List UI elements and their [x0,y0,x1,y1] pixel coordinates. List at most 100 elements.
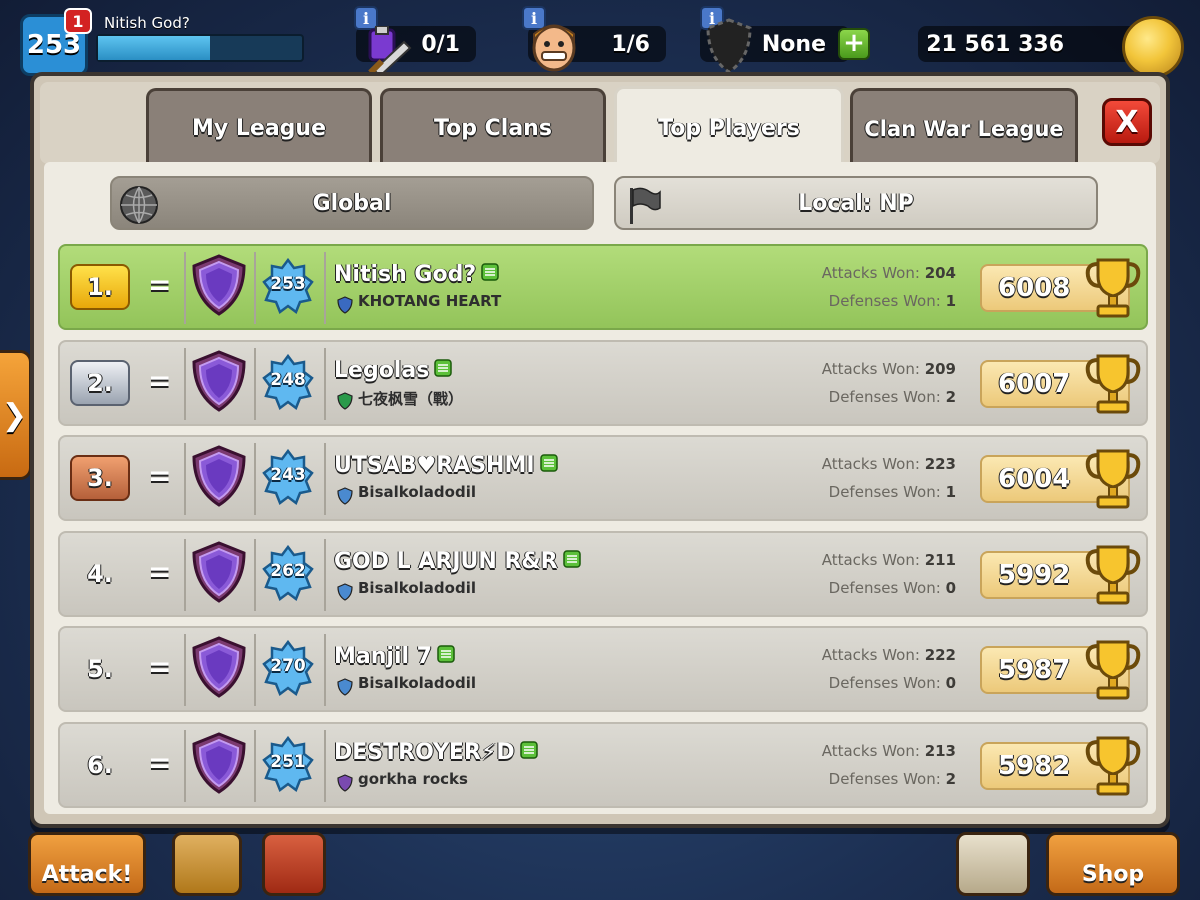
trophy-icon [1084,541,1142,611]
chat-icon[interactable] [480,262,500,288]
attacks-label: Attacks Won: [821,646,920,664]
gold-coin-icon [1122,16,1184,78]
trophy-icon [1084,636,1142,706]
trophy-value: 5987 [998,655,1071,685]
player-name-text: DESTROYER⚡D [334,739,515,765]
clan-name[interactable]: gorkha rocks [358,770,468,788]
clan-badge-icon [336,678,354,700]
divider [324,252,326,324]
heal-button[interactable] [172,832,242,896]
player-name[interactable]: Nitish God? [334,262,500,288]
player-name-text: Nitish God? [334,262,477,287]
player-name-text: Manjil 7 [334,644,432,669]
player-name-text: GOD L ARJUN R&R [334,548,558,574]
divider [184,252,186,324]
chat-icon[interactable] [539,453,559,479]
player-row[interactable]: 6. = 251 DESTROYER⚡D gorkha rocks Attack… [58,721,1148,808]
tab-my-league[interactable]: My League [146,88,372,166]
rank-number: 2. [87,368,113,397]
top-hud: 253 1 Nitish God? 0/1 i 1/6 i None i + 2… [0,0,1200,80]
clan-name[interactable]: Bisalkoladodil [358,483,476,501]
rank-number: 6. [87,750,113,779]
scope-local-label: Local: NP [798,190,914,216]
player-name[interactable]: DESTROYER⚡D [334,740,539,766]
player-row[interactable]: 5. = 270 Manjil 7 Bisalkoladodil Attacks… [58,626,1148,712]
rank-number: 3. [87,464,113,492]
add-shield-button[interactable]: + [838,28,870,60]
chat-icon[interactable] [433,358,453,384]
rank-badge: 1. [70,264,130,310]
clan-name[interactable]: KHOTANG HEART [358,292,501,310]
trophy-value: 5992 [998,559,1071,590]
divider [254,252,256,324]
divider [254,347,256,420]
close-button[interactable]: X [1102,98,1152,146]
defenses-won: Defenses Won: 2 [760,770,956,788]
attacks-value: 211 [924,550,956,569]
shield-status-text: None [761,31,826,57]
divider [184,347,186,420]
defenses-label: Defenses Won: [828,387,941,406]
side-expand-tab[interactable]: ❯ [0,350,32,480]
defenses-value: 1 [945,483,956,501]
attacks-label: Attacks Won: [821,455,920,473]
clan-badge-icon [336,391,354,414]
flag-icon [630,187,661,224]
scope-global-button[interactable]: Global [110,176,594,230]
clan-badge-icon [336,582,354,605]
attacks-label: Attacks Won: [821,359,920,378]
player-row[interactable]: 2. = 248 Legolas 七夜枫雪（戰） Attacks Won: 20… [58,339,1148,426]
mail-button[interactable] [956,832,1030,896]
defenses-value: 2 [945,387,956,406]
rank-change-indicator: = [148,745,172,779]
player-row[interactable]: 3. = 243 UTSAB♥RASHMI Bisalkoladodil Att… [58,435,1148,521]
tab-top-clans[interactable]: Top Clans [380,88,606,166]
player-name[interactable]: Manjil 7 [334,644,456,670]
builders-count: 1/6 [611,31,650,57]
divider [324,729,326,802]
legend-league-icon [190,636,248,702]
player-name-text: UTSAB♥RASHMI [334,453,535,478]
clan-badge-icon [336,773,354,796]
defenses-value: 2 [945,769,956,788]
chat-icon[interactable] [436,644,456,670]
divider [254,729,256,802]
potion-count: 0/1 [421,31,460,57]
attack-button[interactable]: Attack! [28,832,146,896]
close-label: X [1115,104,1139,140]
player-level: 253 [270,274,306,294]
legend-league-icon [190,445,248,511]
rank-badge: 6. [70,742,130,788]
defenses-won: Defenses Won: 2 [760,388,956,406]
rank-badge: 5. [70,646,130,692]
defenses-label: Defenses Won: [828,674,941,692]
trophy-icon [1084,254,1142,324]
player-row[interactable]: 4. = 262 GOD L ARJUN R&R Bisalkoladodil … [58,530,1148,617]
player-name[interactable]: GOD L ARJUN R&R [334,549,582,575]
shop-button[interactable]: Shop [1046,832,1180,896]
tab-clan-war-league[interactable]: Clan War League [850,88,1078,166]
xp-level-star-icon: 270 [262,639,314,700]
clan-name[interactable]: Bisalkoladodil [358,579,476,597]
scope-local-button[interactable]: Local: NP [614,176,1098,230]
clan-name[interactable]: 七夜枫雪（戰） [358,388,463,409]
defenses-won: Defenses Won: 1 [760,483,956,501]
scope-global-label: Global [312,190,392,216]
divider [254,634,256,706]
player-name[interactable]: UTSAB♥RASHMI [334,453,559,479]
chat-icon[interactable] [519,740,539,766]
attacks-value: 223 [924,455,956,473]
divider [324,347,326,420]
player-name[interactable]: Legolas [334,358,453,384]
chat-icon[interactable] [562,549,582,575]
trophy-value: 6004 [998,464,1071,494]
alert-button[interactable] [262,832,326,896]
rank-change-indicator: = [148,268,172,301]
attacks-value: 209 [924,359,956,378]
tab-top-players[interactable]: Top Players [614,86,844,168]
plus-label: + [843,28,865,58]
xp-progress-bar [96,34,304,62]
player-level: 251 [270,751,306,772]
clan-name[interactable]: Bisalkoladodil [358,674,476,692]
player-row[interactable]: 1. = 253 Nitish God? KHOTANG HEART Attac… [58,244,1148,330]
